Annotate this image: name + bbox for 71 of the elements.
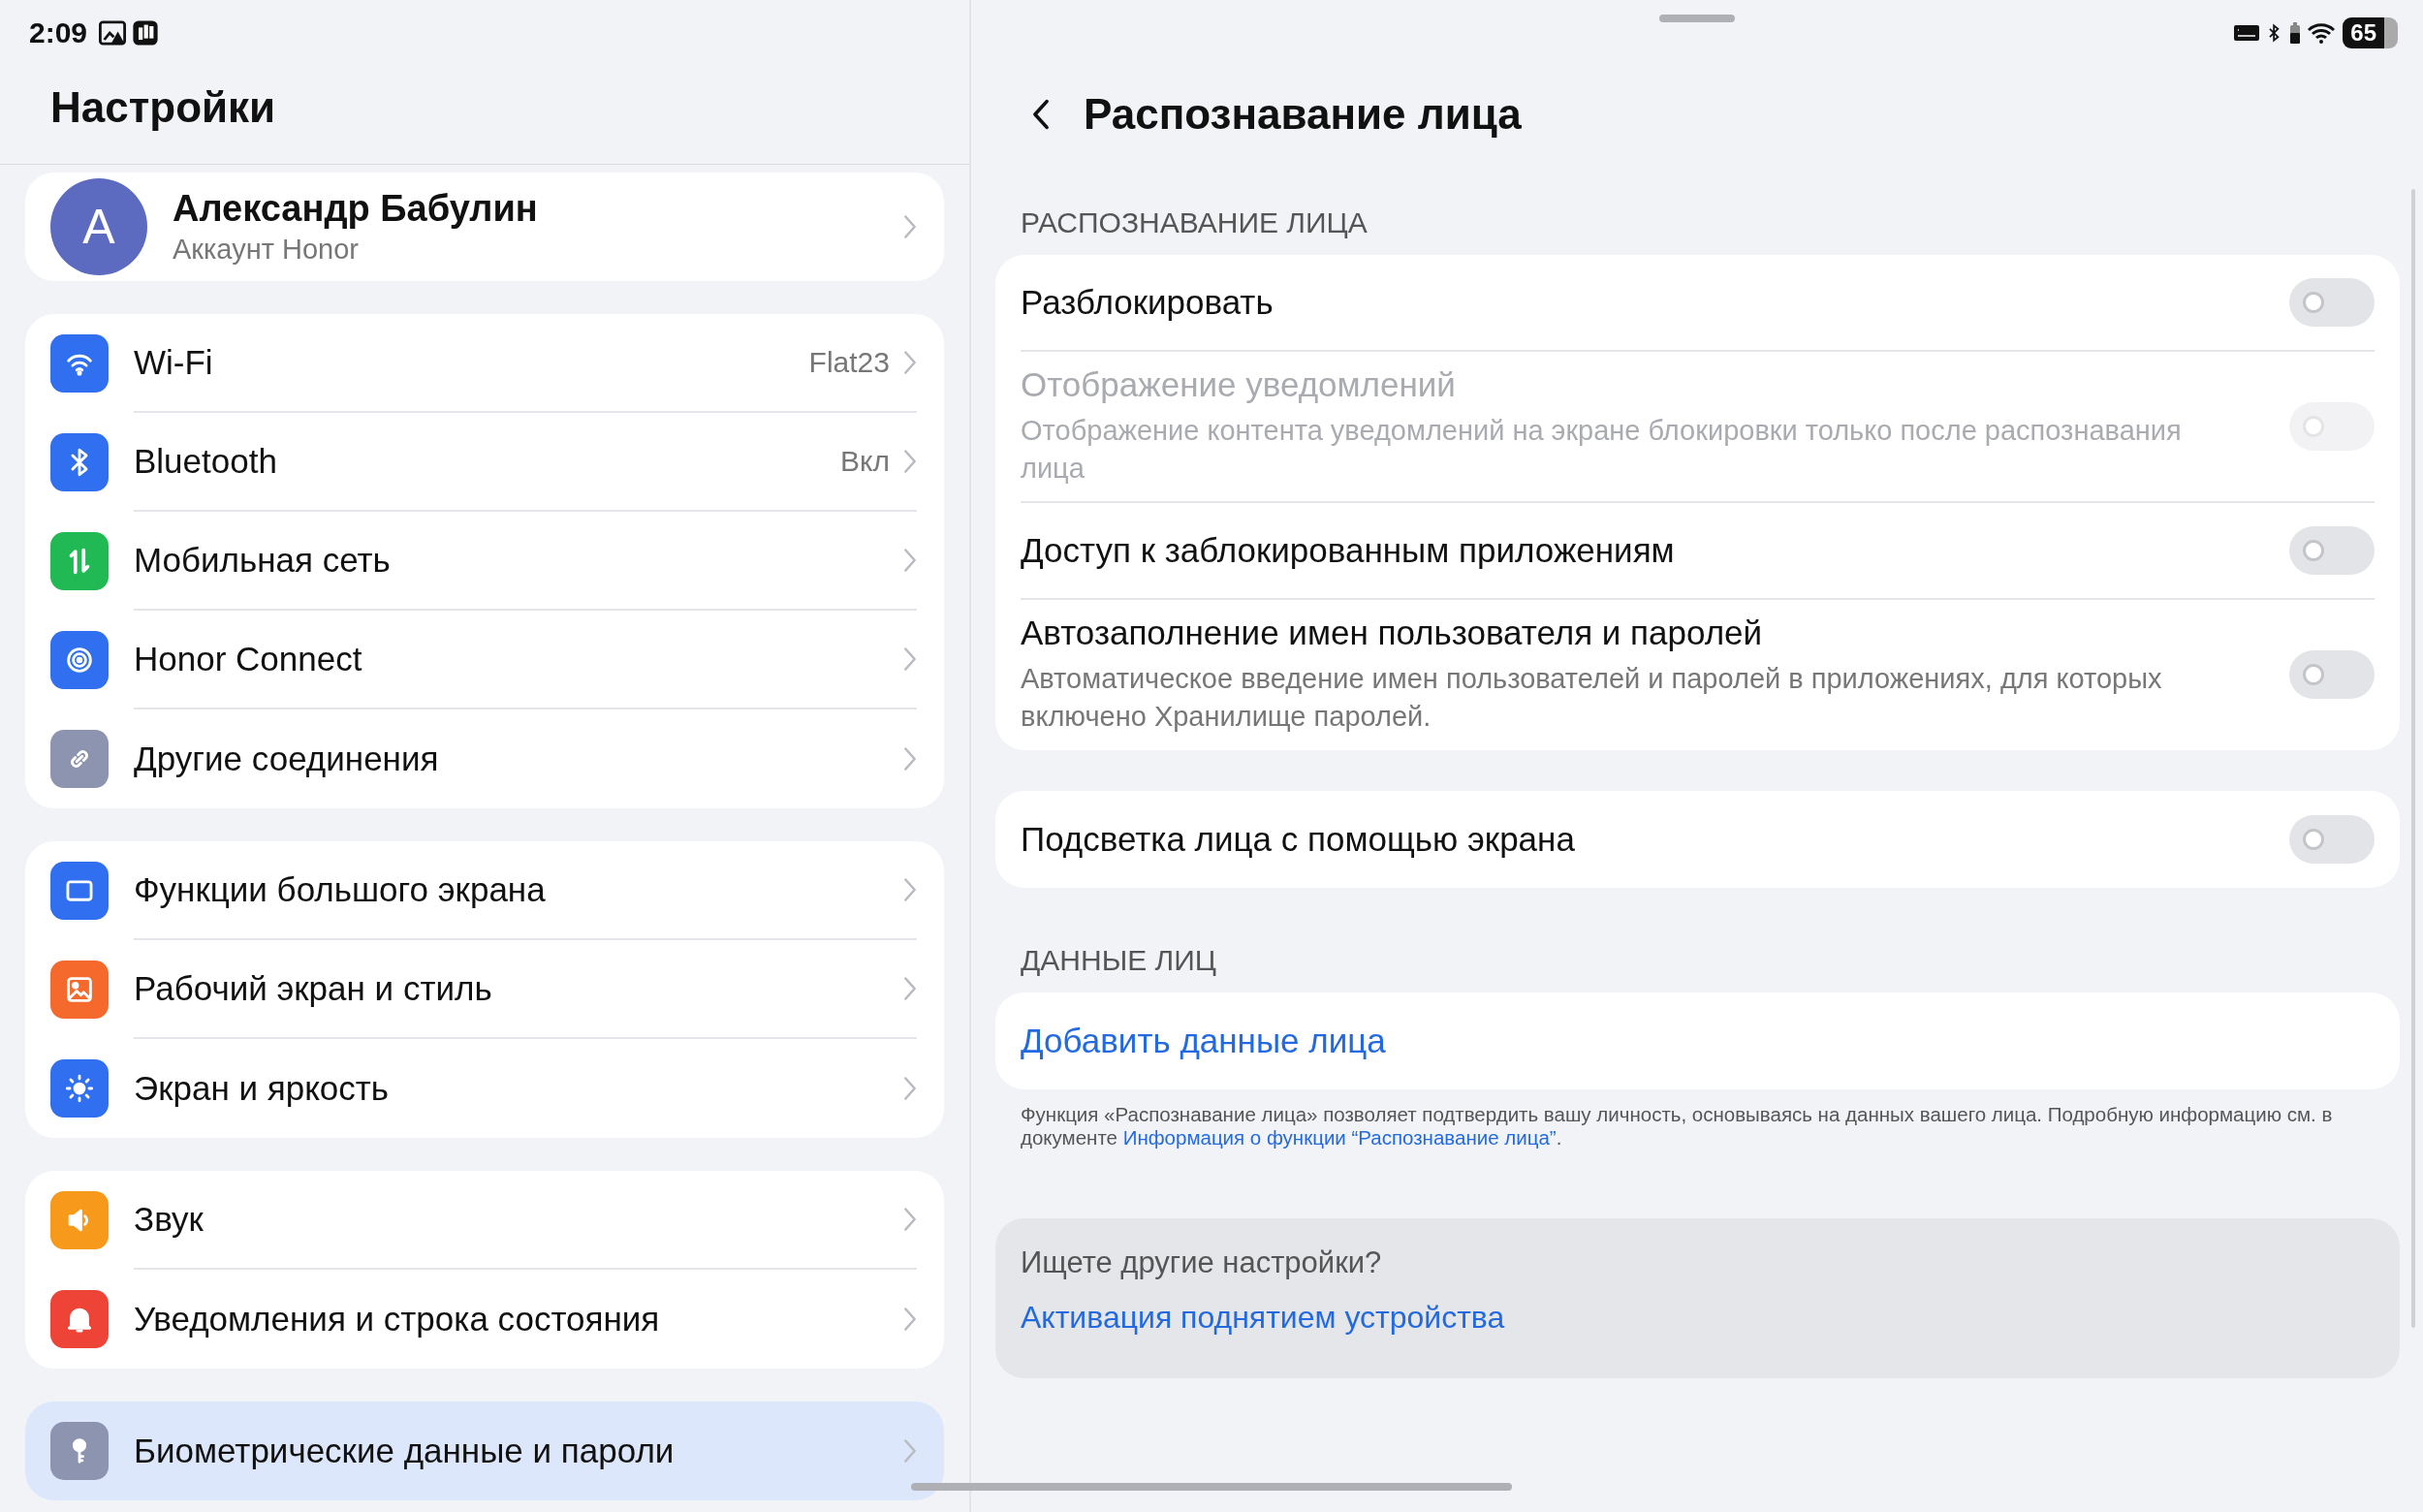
item-label: Мобильная сеть <box>134 541 392 580</box>
chevron-icon <box>903 746 917 772</box>
item-label: Wi-Fi <box>134 343 214 382</box>
page-title: Распознавание лица <box>1084 90 1522 139</box>
app-badge-icon <box>132 19 160 47</box>
settings-item[interactable]: Другие соединения <box>25 709 944 808</box>
item-label: Honor Connect <box>134 640 363 678</box>
chevron-icon <box>903 1438 917 1464</box>
wifi-icon <box>2306 21 2338 45</box>
setting-description: Отображение контента уведомлений на экране блокировки только после распознавания лица <box>1021 414 2183 487</box>
settings-item[interactable]: Мобильная сеть <box>25 512 944 611</box>
chevron-icon <box>903 646 917 672</box>
chevron-icon <box>903 214 917 239</box>
chevron-icon <box>903 1307 917 1332</box>
item-label: Звук <box>134 1200 205 1239</box>
toggle-switch[interactable] <box>2289 526 2375 576</box>
item-label: Уведомления и строка состояния <box>134 1300 661 1339</box>
toggle-switch[interactable] <box>2289 814 2375 864</box>
setting-description: Автоматическое введение имен пользователей и паролей в приложениях, для которых включено Хранилище паролей. <box>1021 662 2163 735</box>
settings-item[interactable]: Функции большого экрана <box>25 841 944 940</box>
settings-item[interactable]: Bluetooth Вкл <box>25 413 944 512</box>
account-subtitle: Аккаунт Honor <box>173 234 360 266</box>
battery-indicator: 65 <box>2343 17 2398 48</box>
setting-label: Подсветка лица с помощью экрана <box>1021 819 1576 859</box>
chevron-icon <box>903 350 917 375</box>
item-label: Биометрические данные и пароли <box>134 1432 676 1470</box>
keyboard-icon <box>2234 25 2260 41</box>
settings-item[interactable]: Биометрические данные и пароли <box>25 1402 944 1500</box>
item-value: Вкл <box>840 445 890 478</box>
chevron-icon <box>903 1076 917 1101</box>
status-time: 2:09 <box>29 16 88 49</box>
avatar: А <box>50 178 147 275</box>
item-label: Рабочий экран и стиль <box>134 969 493 1008</box>
chevron-icon <box>903 449 917 474</box>
account-name: Александр Бабулин <box>173 188 539 230</box>
item-label: Экран и яркость <box>134 1069 391 1108</box>
home-indicator[interactable] <box>911 1483 1512 1491</box>
settings-item[interactable]: Звук <box>25 1171 944 1270</box>
account-card[interactable]: А Александр Бабулин Аккаунт Honor <box>25 173 944 281</box>
chevron-icon <box>903 548 917 573</box>
image-alert-icon <box>99 19 127 47</box>
setting-label: Автозаполнение имен пользователя и паролей <box>1021 614 1764 653</box>
settings-item[interactable]: Уведомления и строка состояния <box>25 1270 944 1369</box>
toggle-switch[interactable] <box>2289 650 2375 700</box>
add-face-data-link[interactable]: Добавить данные лица <box>1021 1021 1386 1060</box>
device-battery-icon <box>2290 22 2301 44</box>
chevron-icon <box>903 1207 917 1232</box>
settings-title: Настройки <box>50 83 277 132</box>
setting-label: Доступ к заблокированным приложениям <box>1021 531 1676 571</box>
suggestions-title: Ищете другие настройки? <box>1021 1244 1383 1280</box>
section-header: РАСПОЗНАВАНИЕ ЛИЦА <box>1020 205 1369 240</box>
back-icon[interactable] <box>1031 98 1051 131</box>
section-header: ДАННЫЕ ЛИЦ <box>1020 942 1217 978</box>
settings-item[interactable]: Honor Connect <box>25 611 944 709</box>
setting-label: Разблокировать <box>1021 283 1274 322</box>
item-label: Функции большого экрана <box>134 870 547 909</box>
item-label: Другие соединения <box>134 740 440 778</box>
settings-item[interactable]: Wi-Fi Flat23 <box>25 314 944 413</box>
suggestion-link[interactable]: Активация поднятием устройства <box>1021 1299 2375 1336</box>
footnote-text: Функция «Распознавание лица» позволяет подтвердить вашу личность, основываясь на данных вашего лица. Подробную информацию см. в документе Информация о функции “Распознавание лица”. <box>1021 1102 2334 1150</box>
settings-item[interactable]: Экран и яркость <box>25 1039 944 1138</box>
chevron-icon <box>903 976 917 1001</box>
setting-label: Отображение уведомлений <box>1021 365 1457 404</box>
toggle-switch[interactable] <box>2289 278 2375 327</box>
chevron-icon <box>903 877 917 902</box>
settings-item[interactable]: Рабочий экран и стиль <box>25 940 944 1039</box>
info-link[interactable]: Информация о функции “Распознавание лица” <box>1122 1126 1557 1150</box>
item-label: Bluetooth <box>134 442 278 481</box>
add-face-data-card[interactable]: Добавить данные лица <box>995 992 2400 1089</box>
item-value: Flat23 <box>808 346 890 379</box>
drag-handle[interactable] <box>1659 15 1735 22</box>
